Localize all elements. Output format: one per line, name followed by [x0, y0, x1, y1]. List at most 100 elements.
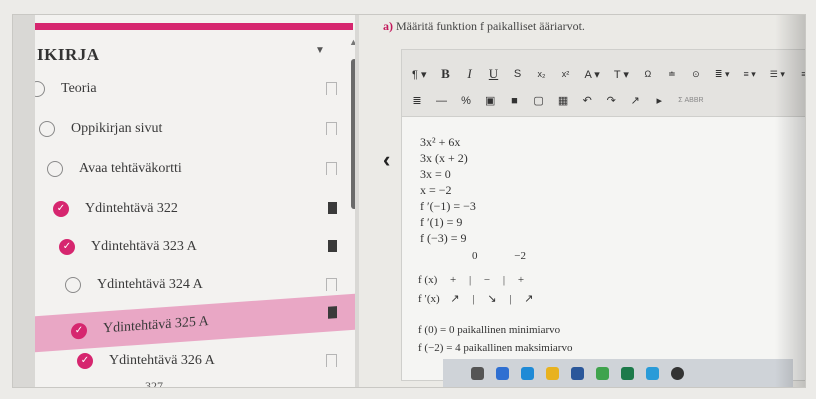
- math-line: 3x² + 6x: [420, 135, 461, 149]
- emoji-button[interactable]: ⊙: [691, 69, 701, 80]
- sidebar-item-ydintehtava-323a[interactable]: ✓ Ydintehtävä 323 A: [35, 229, 355, 265]
- math-line: 3x = 0: [420, 167, 451, 181]
- video-button[interactable]: ■: [509, 95, 519, 107]
- question-body: Määritä funktion f paikalliset ääriarvot…: [396, 19, 585, 33]
- sign-chart-fprime-row: f ′(x) ↗ | ↘ | ↗: [418, 292, 533, 305]
- toolbar-row-2: ≣ — % ▣ ■ ▢ ▦ ↶ ↷ ↗ ▸ Σ ABBR: [412, 94, 703, 108]
- search-icon[interactable]: [471, 366, 484, 380]
- edge-icon[interactable]: [521, 366, 534, 380]
- sidebar-accent-bar: [35, 23, 353, 30]
- status-circle-icon: [39, 121, 55, 137]
- store-icon[interactable]: [646, 366, 659, 380]
- sidebar-title: IKIRJA: [37, 45, 100, 64]
- sidebar-item-label: Ydintehtävä 322: [85, 201, 178, 216]
- sign-chart-f-row: f (x) + | − | +: [418, 274, 524, 286]
- redo-button[interactable]: ↷: [606, 94, 616, 107]
- sign-label: f (x): [418, 274, 438, 286]
- chevron-down-icon[interactable]: ▼: [315, 45, 325, 56]
- checkmark-icon: ✓: [77, 353, 93, 369]
- question-prefix: a): [383, 19, 393, 33]
- bookmark-icon[interactable]: [328, 306, 337, 319]
- excel-icon[interactable]: [621, 366, 634, 380]
- os-taskbar: [443, 359, 793, 387]
- sidebar-item-oppikirjan-sivut[interactable]: Oppikirjan sivut: [35, 111, 355, 147]
- sidebar-item-label: Teoria: [61, 81, 97, 96]
- undo-button[interactable]: ↶: [582, 94, 592, 107]
- superscript-button[interactable]: x²: [561, 69, 571, 79]
- math-line: f (−3) = 9: [420, 231, 467, 245]
- sign-cell: −: [483, 274, 491, 286]
- sign-header-zero: 0: [472, 250, 478, 262]
- sign-cell: ↗: [524, 293, 534, 305]
- answer-editor[interactable]: ¶ ▾ B I U S x₂ x² A ▾ T ▾ Ω ≐ ⊙ ≣ ▾ ≡ ▾ …: [401, 49, 805, 381]
- bookmark-icon[interactable]: [326, 278, 337, 295]
- horizontal-rule-button[interactable]: —: [436, 95, 447, 107]
- bookmark-icon[interactable]: [327, 202, 337, 218]
- sidebar-item-label: Ydintehtävä 326 A: [109, 353, 215, 368]
- bookmark-icon[interactable]: [326, 82, 337, 99]
- paragraph-format-button[interactable]: ¶ ▾: [412, 68, 427, 81]
- math-line: x = −2: [420, 183, 452, 197]
- bold-button[interactable]: B: [441, 66, 451, 82]
- math-abbr-button[interactable]: Σ ABBR: [678, 97, 703, 104]
- underline-button[interactable]: U: [489, 66, 499, 82]
- app-icon[interactable]: [596, 366, 609, 380]
- sign-cell: +: [450, 274, 457, 286]
- editor-toolbar: ¶ ▾ B I U S x₂ x² A ▾ T ▾ Ω ≐ ⊙ ≣ ▾ ≡ ▾ …: [402, 50, 805, 117]
- checkmark-icon: ✓: [59, 239, 75, 255]
- math-line: f ′(1) = 9: [420, 215, 463, 229]
- sidebar-item-label: Avaa tehtäväkortti: [79, 161, 182, 176]
- toolbar-row-1: ¶ ▾ B I U S x₂ x² A ▾ T ▾ Ω ≐ ⊙ ≣ ▾ ≡ ▾ …: [412, 66, 805, 82]
- photo-edge-shadow: [775, 15, 805, 387]
- question-text: a) Määritä funktion f paikalliset ääriar…: [383, 19, 585, 34]
- result-max: f (−2) = 4 paikallinen maksimiarvo: [418, 342, 573, 354]
- sign-cell: |: [468, 274, 472, 286]
- sidebar-item-ydintehtava-322[interactable]: ✓ Ydintehtävä 322: [35, 191, 355, 227]
- checkmark-icon: ✓: [71, 322, 87, 340]
- play-button[interactable]: ▸: [654, 94, 664, 107]
- strikethrough-button[interactable]: S: [513, 68, 523, 80]
- sign-header-minus-two: −2: [514, 250, 526, 262]
- photo-frame: IKIRJA ▼ ▲ Teoria Oppikirjan sivut Avaa …: [12, 14, 806, 388]
- bookmark-icon[interactable]: [326, 122, 337, 139]
- equation-button[interactable]: ≐: [667, 69, 677, 80]
- align-button[interactable]: ≣ ▾: [715, 69, 730, 80]
- folder-icon[interactable]: [546, 366, 559, 380]
- table-button[interactable]: ▦: [558, 94, 568, 107]
- image-button[interactable]: ▣: [485, 94, 495, 107]
- word-icon[interactable]: [571, 366, 584, 380]
- special-char-button[interactable]: Ω: [643, 69, 653, 79]
- sidebar-item-label: Ydintehtävä 325 A: [103, 314, 209, 337]
- italic-button[interactable]: I: [465, 66, 475, 82]
- sidebar-item-cut-label: 327: [145, 379, 163, 387]
- sign-chart-header: 0 −2: [472, 250, 526, 262]
- main-content: a) Määritä funktion f paikalliset ääriar…: [359, 15, 805, 387]
- sidebar-item-avaa-tehtavakortti[interactable]: Avaa tehtäväkortti: [35, 151, 355, 187]
- chrome-icon[interactable]: [671, 366, 684, 380]
- sidebar-item-ydintehtava-326a[interactable]: ✓ Ydintehtävä 326 A: [35, 343, 355, 379]
- font-size-button[interactable]: T ▾: [614, 68, 629, 81]
- status-circle-icon: [47, 161, 63, 177]
- file-button[interactable]: ▢: [533, 94, 543, 107]
- block-format-button[interactable]: ≣: [412, 94, 422, 107]
- sidebar-item-teoria[interactable]: Teoria: [35, 71, 355, 107]
- sign-label: f ′(x): [418, 293, 440, 305]
- bookmark-icon[interactable]: [326, 162, 337, 179]
- sign-cell: |: [509, 293, 512, 305]
- subscript-button[interactable]: x₂: [537, 69, 547, 79]
- bookmark-icon[interactable]: [326, 354, 337, 371]
- chevron-left-icon[interactable]: ‹: [383, 147, 390, 173]
- result-min: f (0) = 0 paikallinen minimiarvo: [418, 324, 561, 336]
- sign-cell: ↗: [450, 293, 460, 305]
- math-line: f ′(−1) = −3: [420, 199, 476, 213]
- browser-icon[interactable]: [496, 366, 509, 380]
- math-line: 3x (x + 2): [420, 151, 468, 165]
- scroll-up-icon[interactable]: ▲: [349, 37, 355, 47]
- link-button[interactable]: %: [461, 95, 471, 107]
- bookmark-icon[interactable]: [327, 240, 337, 256]
- draw-button[interactable]: ↗: [630, 94, 640, 107]
- list-button[interactable]: ≡ ▾: [743, 69, 755, 80]
- status-circle-icon: [65, 277, 81, 293]
- font-color-button[interactable]: A ▾: [585, 68, 600, 81]
- sidebar-item-label: Oppikirjan sivut: [71, 121, 163, 136]
